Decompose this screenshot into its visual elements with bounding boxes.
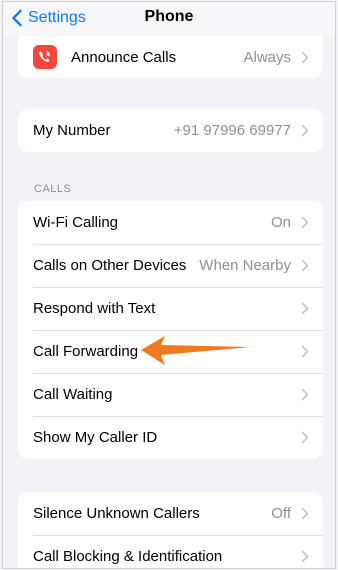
announce-group: Announce Calls Always xyxy=(18,36,323,78)
chevron-right-icon xyxy=(301,216,309,229)
row-label: Announce Calls xyxy=(71,48,177,66)
chevron-right-icon xyxy=(301,388,309,401)
wifi-calling-row[interactable]: Wi-Fi Calling On xyxy=(18,201,323,244)
chevron-right-icon xyxy=(301,51,309,63)
row-label: Call Forwarding xyxy=(33,343,139,360)
calls-on-other-devices-row[interactable]: Calls on Other Devices When Nearby xyxy=(18,244,323,287)
section-header-calls: CALLS xyxy=(34,183,72,195)
row-value: Always xyxy=(243,48,291,66)
row-label: My Number xyxy=(33,122,111,139)
row-label: Wi-Fi Calling xyxy=(33,214,119,231)
calls-group: Wi-Fi Calling On Calls on Other Devices … xyxy=(18,201,323,459)
navigation-bar: Settings Phone xyxy=(3,2,335,36)
row-value: When Nearby xyxy=(199,257,291,274)
row-value: Off xyxy=(271,505,291,522)
show-my-caller-id-row[interactable]: Show My Caller ID xyxy=(18,416,323,459)
silence-unknown-callers-row[interactable]: Silence Unknown Callers Off xyxy=(18,492,323,535)
chevron-right-icon xyxy=(301,507,309,520)
chevron-right-icon xyxy=(301,345,309,358)
phone-announce-icon xyxy=(33,45,57,69)
respond-with-text-row[interactable]: Respond with Text xyxy=(18,287,323,330)
announce-calls-row[interactable]: Announce Calls Always xyxy=(18,36,323,78)
row-label: Calls on Other Devices xyxy=(33,257,187,274)
my-number-row[interactable]: My Number +91 97996 69977 xyxy=(18,109,323,152)
call-waiting-row[interactable]: Call Waiting xyxy=(18,373,323,416)
blocking-group: Silence Unknown Callers Off Call Blockin… xyxy=(18,492,323,568)
chevron-right-icon xyxy=(301,124,309,137)
call-blocking-row[interactable]: Call Blocking & Identification xyxy=(18,535,323,568)
chevron-right-icon xyxy=(301,259,309,272)
row-value: +91 97996 69977 xyxy=(173,122,291,139)
row-label: Silence Unknown Callers xyxy=(33,505,200,522)
row-label: Respond with Text xyxy=(33,300,156,317)
orange-arrow-annotation xyxy=(141,336,251,365)
phone-settings-screen: Settings Phone Announce Calls Always My … xyxy=(2,1,336,569)
page-title: Phone xyxy=(144,8,194,25)
row-value: On xyxy=(270,214,291,231)
row-label: Call Blocking & Identification xyxy=(33,548,223,565)
chevron-right-icon xyxy=(301,431,309,444)
chevron-right-icon xyxy=(301,550,309,563)
row-label: Show My Caller ID xyxy=(33,429,158,446)
row-label: Call Waiting xyxy=(33,386,113,403)
chevron-right-icon xyxy=(301,302,309,315)
my-number-group: My Number +91 97996 69977 xyxy=(18,109,323,152)
